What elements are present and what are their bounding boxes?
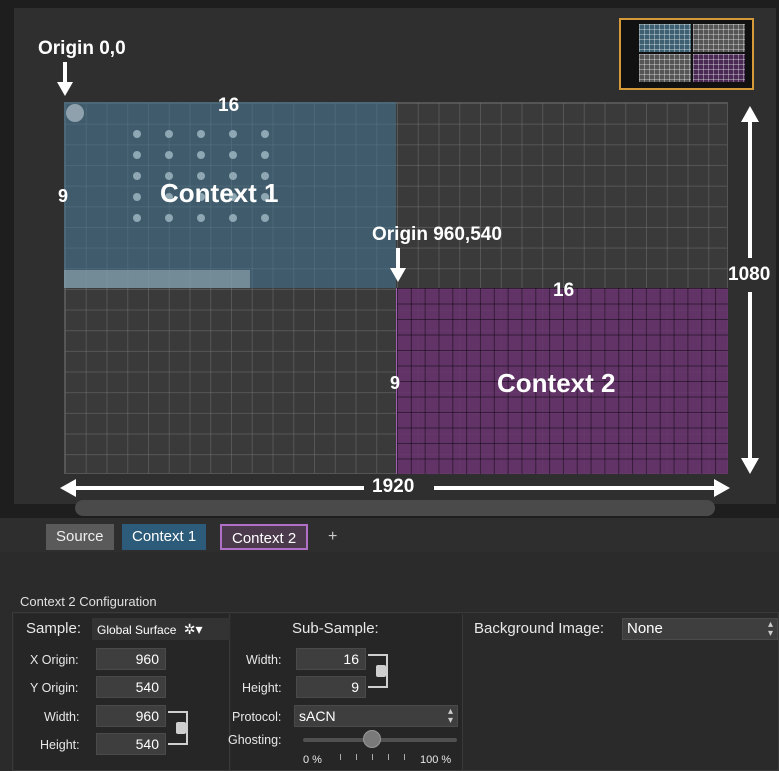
sub-width-label: Width:	[246, 653, 282, 667]
x-origin-label: X Origin:	[30, 653, 79, 667]
minimap-context-1	[639, 24, 691, 52]
origin-arrow	[63, 62, 67, 84]
sample-dot	[229, 151, 237, 159]
slider-tick	[388, 754, 389, 760]
sample-value: Global Surface	[97, 623, 177, 637]
sample-dot	[197, 130, 205, 138]
sample-dot	[197, 151, 205, 159]
total-height-label: 1080	[728, 264, 771, 285]
x-origin-field[interactable]: 960	[96, 648, 166, 670]
height-arrow	[748, 292, 752, 460]
minimap[interactable]	[619, 18, 754, 90]
bg-image-value: None	[627, 620, 663, 637]
width-arrow	[74, 486, 364, 490]
ghosting-max-label: 100 %	[420, 754, 452, 766]
bg-image-select[interactable]: None ▴ ▾	[622, 618, 778, 640]
lock-icon[interactable]	[176, 722, 186, 734]
ctx1-cols-label: 16	[218, 95, 240, 116]
sub-height-field[interactable]: 9	[296, 676, 366, 698]
protocol-value: sACN	[299, 708, 336, 724]
protocol-label: Protocol:	[232, 710, 282, 724]
sample-select[interactable]: Global Surface ✲▾	[92, 618, 230, 640]
origin-arrow-head	[57, 82, 73, 96]
sample-dot	[197, 214, 205, 222]
origin-marker	[66, 104, 84, 122]
y-origin-label: Y Origin:	[30, 681, 79, 695]
slider-tick	[372, 754, 373, 760]
origin2-label: Origin 960,540	[372, 224, 502, 245]
ctx2-cols-label: 16	[553, 280, 575, 301]
origin2-arrow-head	[390, 268, 406, 282]
height-arrow	[748, 120, 752, 258]
add-context-button[interactable]: +	[318, 526, 338, 548]
bg-image-label: Background Image:	[474, 620, 605, 637]
total-width-label: 1920	[372, 476, 415, 497]
ctx1-rows-label: 9	[58, 186, 69, 206]
sample-dot	[165, 214, 173, 222]
minimap-grid-quadrant	[639, 54, 691, 82]
width-field[interactable]: 960	[96, 705, 166, 727]
updown-icon: ▴ ▾	[767, 619, 773, 639]
y-origin-field[interactable]: 540	[96, 676, 166, 698]
sub-width-field[interactable]: 16	[296, 648, 366, 670]
context-1-highlight-bar	[64, 270, 250, 288]
minimap-grid-quadrant	[693, 24, 745, 52]
sample-dot	[133, 193, 141, 201]
sample-dot	[133, 172, 141, 180]
lock-icon[interactable]	[376, 665, 386, 677]
ctx1-label: Context 1	[160, 178, 279, 208]
slider-tick	[404, 754, 405, 760]
tab-context-1[interactable]: Context 1	[122, 524, 207, 550]
subsample-label: Sub-Sample:	[292, 620, 379, 637]
tab-context-2[interactable]: Context 2	[220, 524, 309, 550]
height-label: Height:	[40, 738, 80, 752]
ghosting-min-label: 0 %	[303, 754, 322, 766]
ghosting-label: Ghosting:	[228, 733, 282, 747]
slider-tick	[340, 754, 341, 760]
sample-dot	[133, 151, 141, 159]
sample-dot	[229, 130, 237, 138]
updown-icon: ▴ ▾	[447, 706, 453, 726]
ctx2-rows-label: 9	[390, 373, 401, 393]
width-arrow-head-right	[714, 479, 730, 497]
sample-dot	[133, 214, 141, 222]
minimap-context-2	[693, 54, 745, 82]
sample-dot	[261, 214, 269, 222]
width-arrow	[434, 486, 716, 490]
sample-dot	[133, 130, 141, 138]
height-field[interactable]: 540	[96, 733, 166, 755]
sample-dot	[261, 130, 269, 138]
origin-label: Origin 0,0	[38, 38, 126, 59]
sample-dot	[165, 130, 173, 138]
slider-tick	[356, 754, 357, 760]
height-arrow-head-bottom	[741, 458, 759, 474]
protocol-select[interactable]: sACN ▴ ▾	[294, 705, 458, 727]
width-label: Width:	[44, 710, 80, 724]
origin2-arrow	[396, 248, 400, 270]
config-title: Context 2 Configuration	[20, 594, 157, 609]
gear-icon: ✲▾	[183, 621, 203, 637]
sample-label: Sample:	[26, 620, 82, 637]
tab-source[interactable]: Source	[46, 524, 114, 550]
ctx2-label: Context 2	[497, 368, 616, 398]
sample-dot	[229, 214, 237, 222]
sample-dot	[261, 151, 269, 159]
horizontal-scrollbar[interactable]	[75, 500, 715, 516]
sample-dot	[165, 151, 173, 159]
context-tab-bar: Source Context 1 Context 2 +	[0, 518, 779, 552]
sub-height-label: Height:	[242, 681, 282, 695]
